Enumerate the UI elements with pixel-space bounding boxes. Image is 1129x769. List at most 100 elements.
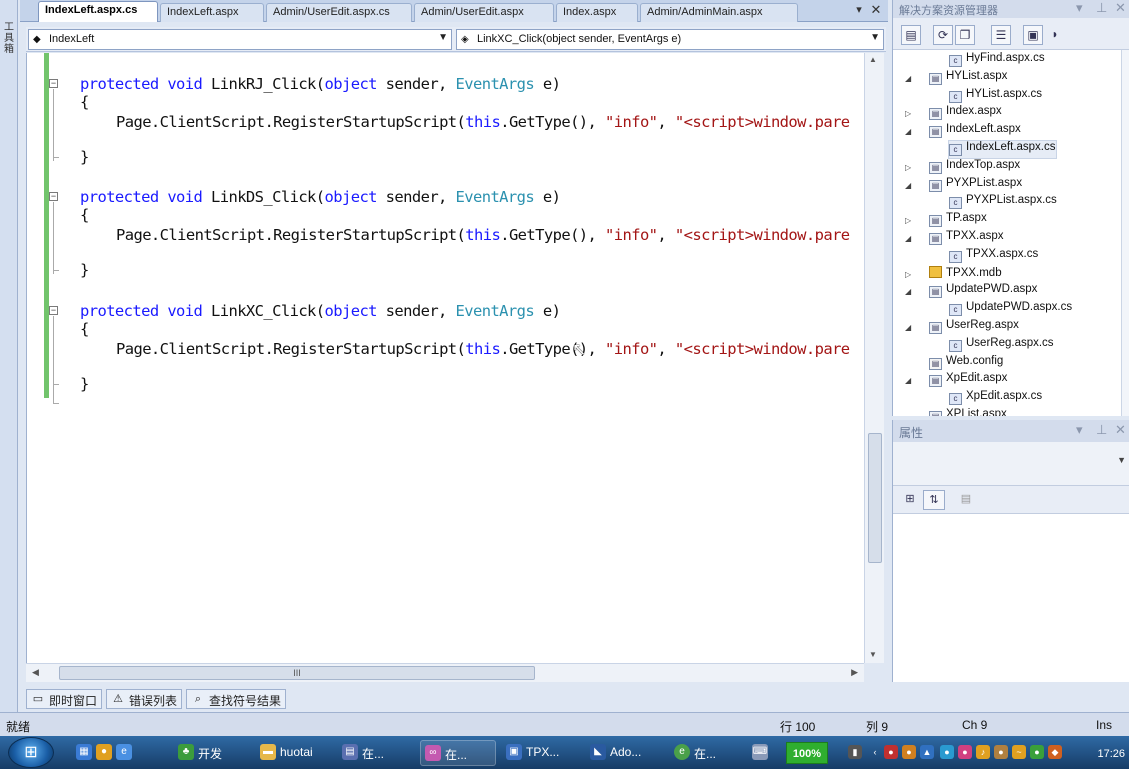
scroll-left-icon[interactable]: ◀ (32, 667, 39, 678)
tab-find-symbol-results[interactable]: ⌕ 查找符号结果 (186, 689, 287, 709)
tree-item[interactable]: c TPXX.aspx.cs (949, 248, 1038, 265)
tab-indexleft-aspx-cs[interactable]: IndexLeft.aspx.cs (38, 1, 158, 22)
close-panel-icon[interactable]: ✕ (1115, 422, 1126, 438)
explorer-icon[interactable]: ● (96, 744, 112, 760)
keyboard-icon[interactable]: ⌨ (750, 740, 768, 765)
properties-object-selector[interactable]: ▼ (893, 442, 1129, 486)
editor-vertical-scrollbar[interactable]: ▲ ▼ (864, 53, 884, 663)
vertical-scroll-thumb[interactable] (868, 433, 882, 563)
close-brace-line[interactable]: } (80, 148, 89, 166)
taskbar-item-zai-1[interactable]: ▤ 在... (340, 740, 384, 765)
open-brace-line[interactable]: { (80, 93, 89, 111)
tree-item[interactable]: ▤ UpdatePWD.aspx (929, 283, 1037, 300)
property-pages-icon[interactable]: ▤ (955, 490, 977, 510)
taskbar-item-tpx[interactable]: ▣ TPX... (504, 740, 559, 765)
collapse-node-icon[interactable]: ◢ (905, 323, 911, 332)
close-brace-line[interactable]: } (80, 261, 89, 279)
tree-item[interactable]: ▤ HYList.aspx (929, 70, 1007, 87)
browser-icon[interactable]: e (116, 744, 132, 760)
shield-icon[interactable]: ● (994, 745, 1008, 759)
toolbox-strip[interactable]: 工具箱 (0, 0, 18, 712)
alphabetical-sort-icon[interactable]: ⇅ (923, 490, 945, 510)
tree-item[interactable]: ▤ XpEdit.aspx (929, 372, 1007, 389)
collapse-node-icon[interactable]: ◢ (905, 181, 911, 190)
chevron-down-icon[interactable]: ▼ (870, 32, 880, 43)
tab-index-aspx[interactable]: Index.aspx (556, 3, 638, 22)
pin-icon[interactable]: ⊥ (1096, 422, 1107, 438)
code-editor[interactable]: − protected void LinkRJ_Click(object sen… (26, 53, 864, 682)
tree-item[interactable]: c HYList.aspx.cs (949, 88, 1042, 105)
show-desktop-icon[interactable]: ▦ (76, 744, 92, 760)
open-brace-line[interactable]: { (80, 320, 89, 338)
collapse-node-icon[interactable]: ◢ (905, 127, 911, 136)
method-body-line[interactable]: Page.ClientScript.RegisterStartupScript(… (116, 340, 850, 358)
class-diagram-icon[interactable]: ◗ (1045, 25, 1065, 45)
update-icon[interactable]: ● (1030, 745, 1044, 759)
battery-icon[interactable]: ▮ (848, 745, 862, 759)
tab-admin-useredit-aspx[interactable]: Admin/UserEdit.aspx (414, 3, 554, 22)
chevron-down-icon[interactable]: ▼ (438, 32, 448, 43)
show-all-files-icon[interactable]: ❐ (955, 25, 975, 45)
tree-item[interactable]: c IndexLeft.aspx.cs (948, 140, 1057, 159)
tree-item[interactable]: ▤ XPList.aspx (929, 408, 1007, 416)
open-brace-line[interactable]: { (80, 206, 89, 224)
tab-admin-adminmain-aspx[interactable]: Admin/AdminMain.aspx (640, 3, 798, 22)
tree-item[interactable]: c XpEdit.aspx.cs (949, 390, 1042, 407)
method-body-line[interactable]: Page.ClientScript.RegisterStartupScript(… (116, 113, 850, 131)
tree-item[interactable]: c UpdatePWD.aspx.cs (949, 301, 1072, 318)
tree-item[interactable]: ▤ Web.config (929, 355, 1003, 372)
zoom-level-badge[interactable]: 100% (786, 742, 828, 764)
tree-item[interactable]: ▤ PYXPList.aspx (929, 177, 1022, 194)
volume-icon[interactable]: ♪ (976, 745, 990, 759)
view-designer-icon[interactable]: ▣ (1023, 25, 1043, 45)
refresh-icon[interactable]: ⟳ (933, 25, 953, 45)
tab-list-dropdown-icon[interactable]: ▾ (852, 3, 866, 19)
chevron-down-icon[interactable]: ▼ (1117, 455, 1126, 465)
view-code-icon[interactable]: ☰ (991, 25, 1011, 45)
toolbox-label[interactable]: 工具箱 (2, 22, 16, 55)
clock[interactable]: 17:26 (1097, 748, 1125, 760)
expand-node-icon[interactable]: ▷ (905, 163, 911, 172)
collapse-node-icon[interactable]: ◢ (905, 74, 911, 83)
collapse-node-icon[interactable]: ◢ (905, 234, 911, 243)
method-signature-line[interactable]: protected void LinkDS_Click(object sende… (80, 188, 561, 206)
taskbar-item-zai-3[interactable]: e 在... (672, 740, 716, 765)
tree-item[interactable]: ▤ IndexTop.aspx (929, 159, 1020, 176)
class-dropdown[interactable]: ◆ IndexLeft ▼ (28, 29, 452, 50)
tree-item[interactable]: ▤ TP.aspx (929, 212, 987, 229)
method-signature-line[interactable]: protected void LinkRJ_Click(object sende… (80, 75, 561, 93)
chat-icon[interactable]: ● (940, 745, 954, 759)
tab-admin-useredit-aspx-cs[interactable]: Admin/UserEdit.aspx.cs (266, 3, 412, 22)
expand-node-icon[interactable]: ▷ (905, 270, 911, 279)
scroll-up-icon[interactable]: ▲ (869, 55, 877, 64)
collapse-region-toggle[interactable]: − (49, 192, 58, 201)
tree-item[interactable]: ▤ UserReg.aspx (929, 319, 1019, 336)
scroll-down-icon[interactable]: ▼ (869, 650, 877, 659)
method-signature-line[interactable]: protected void LinkXC_Click(object sende… (80, 302, 561, 320)
network-icon[interactable]: ▲ (920, 745, 934, 759)
tree-item[interactable]: c HyFind.aspx.cs (949, 52, 1045, 69)
tree-item[interactable]: TPXX.mdb (929, 265, 1002, 283)
member-dropdown[interactable]: ◈ LinkXC_Click(object sender, EventArgs … (456, 29, 884, 50)
tab-indexleft-aspx[interactable]: IndexLeft.aspx (160, 3, 264, 22)
method-body-line[interactable]: Page.ClientScript.RegisterStartupScript(… (116, 226, 850, 244)
tree-item[interactable]: ▤ Index.aspx (929, 105, 1002, 122)
power-icon[interactable]: ~ (1012, 745, 1026, 759)
properties-icon[interactable]: ▤ (901, 25, 921, 45)
tree-item[interactable]: c UserReg.aspx.cs (949, 337, 1054, 354)
collapse-node-icon[interactable]: ◢ (905, 376, 911, 385)
taskbar-item-kaifa[interactable]: ♣ 开发 (176, 740, 222, 765)
categorized-icon[interactable]: ⊞ (899, 490, 921, 510)
close-brace-line[interactable]: } (80, 375, 89, 393)
panel-menu-icon[interactable]: ▾ (1076, 422, 1083, 438)
start-button[interactable]: ⊞ (8, 737, 54, 768)
solution-tree-scrollbar[interactable] (1121, 50, 1129, 416)
tab-error-list[interactable]: ⚠ 错误列表 (106, 689, 183, 709)
tree-item[interactable]: ▤ TPXX.aspx (929, 230, 1004, 247)
tray-expand-icon[interactable]: ‹ (868, 745, 882, 759)
pin-icon[interactable]: ⊥ (1096, 0, 1107, 16)
tab-immediate-window[interactable]: ▭ 即时窗口 (26, 689, 103, 709)
taskbar-item-huotai[interactable]: ▬ huotai (258, 740, 313, 765)
input-method-icon[interactable]: ● (958, 745, 972, 759)
close-panel-icon[interactable]: ✕ (1115, 0, 1126, 16)
